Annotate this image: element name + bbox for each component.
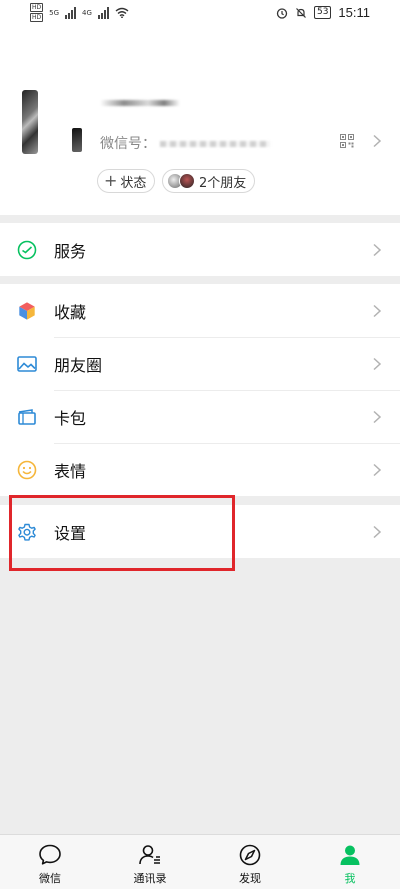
status-button-label: 状态 [120, 175, 147, 191]
tab-label-discover: 发现 [239, 872, 261, 885]
sticker-smile-icon [16, 459, 38, 481]
menu-label-stickers: 表情 [54, 461, 87, 481]
menu-item-favorites[interactable]: 收藏 [0, 284, 400, 337]
tab-me[interactable]: 我 [300, 835, 400, 889]
profile-chevron-icon[interactable] [372, 134, 382, 148]
add-status-button[interactable]: + 状态 [97, 169, 156, 193]
status-bar: HD HD 5G 4G 53 15:11 [0, 0, 400, 28]
wallet-icon [16, 406, 38, 428]
signal-icon-2 [97, 6, 109, 19]
tab-contacts[interactable]: 通讯录 [100, 835, 200, 889]
menu-item-cards[interactable]: 卡包 [0, 390, 400, 443]
chevron-right-icon [373, 243, 382, 256]
hd-badge-top: HD [30, 3, 44, 12]
profile-section[interactable]: 微信号： + 状态 2个朋友 [0, 28, 400, 215]
alarm-icon [276, 7, 288, 19]
chevron-right-icon [373, 304, 382, 317]
avatar-fragment [72, 128, 82, 152]
friends-label: 2个朋友 [199, 175, 247, 191]
battery-indicator: 53 [313, 6, 332, 19]
friend-avatar [179, 173, 195, 189]
menu-label-services: 服务 [54, 241, 87, 261]
tab-label-contacts: 通讯录 [133, 872, 167, 885]
wechat-id-label: 微信号： [100, 136, 156, 152]
compass-icon [239, 844, 261, 866]
qr-code-icon[interactable] [340, 134, 354, 148]
chevron-right-icon [373, 410, 382, 423]
chat-bubble-icon [39, 844, 61, 865]
status-time: 15:11 [338, 5, 370, 20]
hd-indicator: HD HD [30, 3, 44, 22]
friend-avatars [167, 173, 195, 189]
tab-label-me: 我 [344, 872, 356, 885]
wifi-icon [115, 7, 129, 18]
chevron-right-icon [373, 525, 382, 538]
hd-badge-bottom: HD [30, 13, 44, 22]
signal-icon [65, 6, 77, 19]
menu-label-cards: 卡包 [54, 408, 87, 428]
wechat-id-redacted [160, 141, 270, 147]
favorites-icon [16, 300, 38, 322]
gear-icon [16, 521, 38, 543]
person-icon [340, 845, 360, 865]
settings-group: 设置 [0, 505, 400, 558]
tab-label-chats: 微信 [39, 872, 61, 885]
friends-status-button[interactable]: 2个朋友 [162, 169, 256, 193]
menu-label-moments: 朋友圈 [54, 355, 103, 375]
contacts-icon [139, 845, 160, 865]
wechat-id: 微信号： [100, 133, 270, 153]
menu-item-stickers[interactable]: 表情 [0, 443, 400, 496]
tab-chats[interactable]: 微信 [0, 835, 100, 889]
moments-icon [16, 353, 38, 375]
bottom-tab-bar: 微信 通讯录 发现 我 [0, 834, 400, 889]
mute-icon [296, 7, 306, 18]
tab-discover[interactable]: 发现 [200, 835, 300, 889]
nickname-redacted [100, 100, 180, 106]
menu-item-moments[interactable]: 朋友圈 [0, 337, 400, 390]
menu-label-favorites: 收藏 [54, 302, 87, 322]
chevron-right-icon [373, 357, 382, 370]
services-icon [16, 239, 38, 261]
status-left: HD HD 5G 4G [30, 3, 129, 22]
chevron-right-icon [373, 463, 382, 476]
plus-icon: + [104, 171, 118, 190]
network-type-1: 5G [49, 8, 60, 17]
menu-label-settings: 设置 [54, 523, 87, 543]
content-group: 收藏 朋友圈 卡包 表情 [0, 284, 400, 496]
menu-item-settings[interactable]: 设置 [0, 505, 400, 558]
menu-item-services[interactable]: 服务 [0, 223, 400, 276]
services-group: 服务 [0, 223, 400, 276]
network-type-2: 4G [82, 8, 92, 17]
avatar[interactable] [22, 90, 38, 154]
status-right: 53 15:11 [276, 5, 370, 20]
